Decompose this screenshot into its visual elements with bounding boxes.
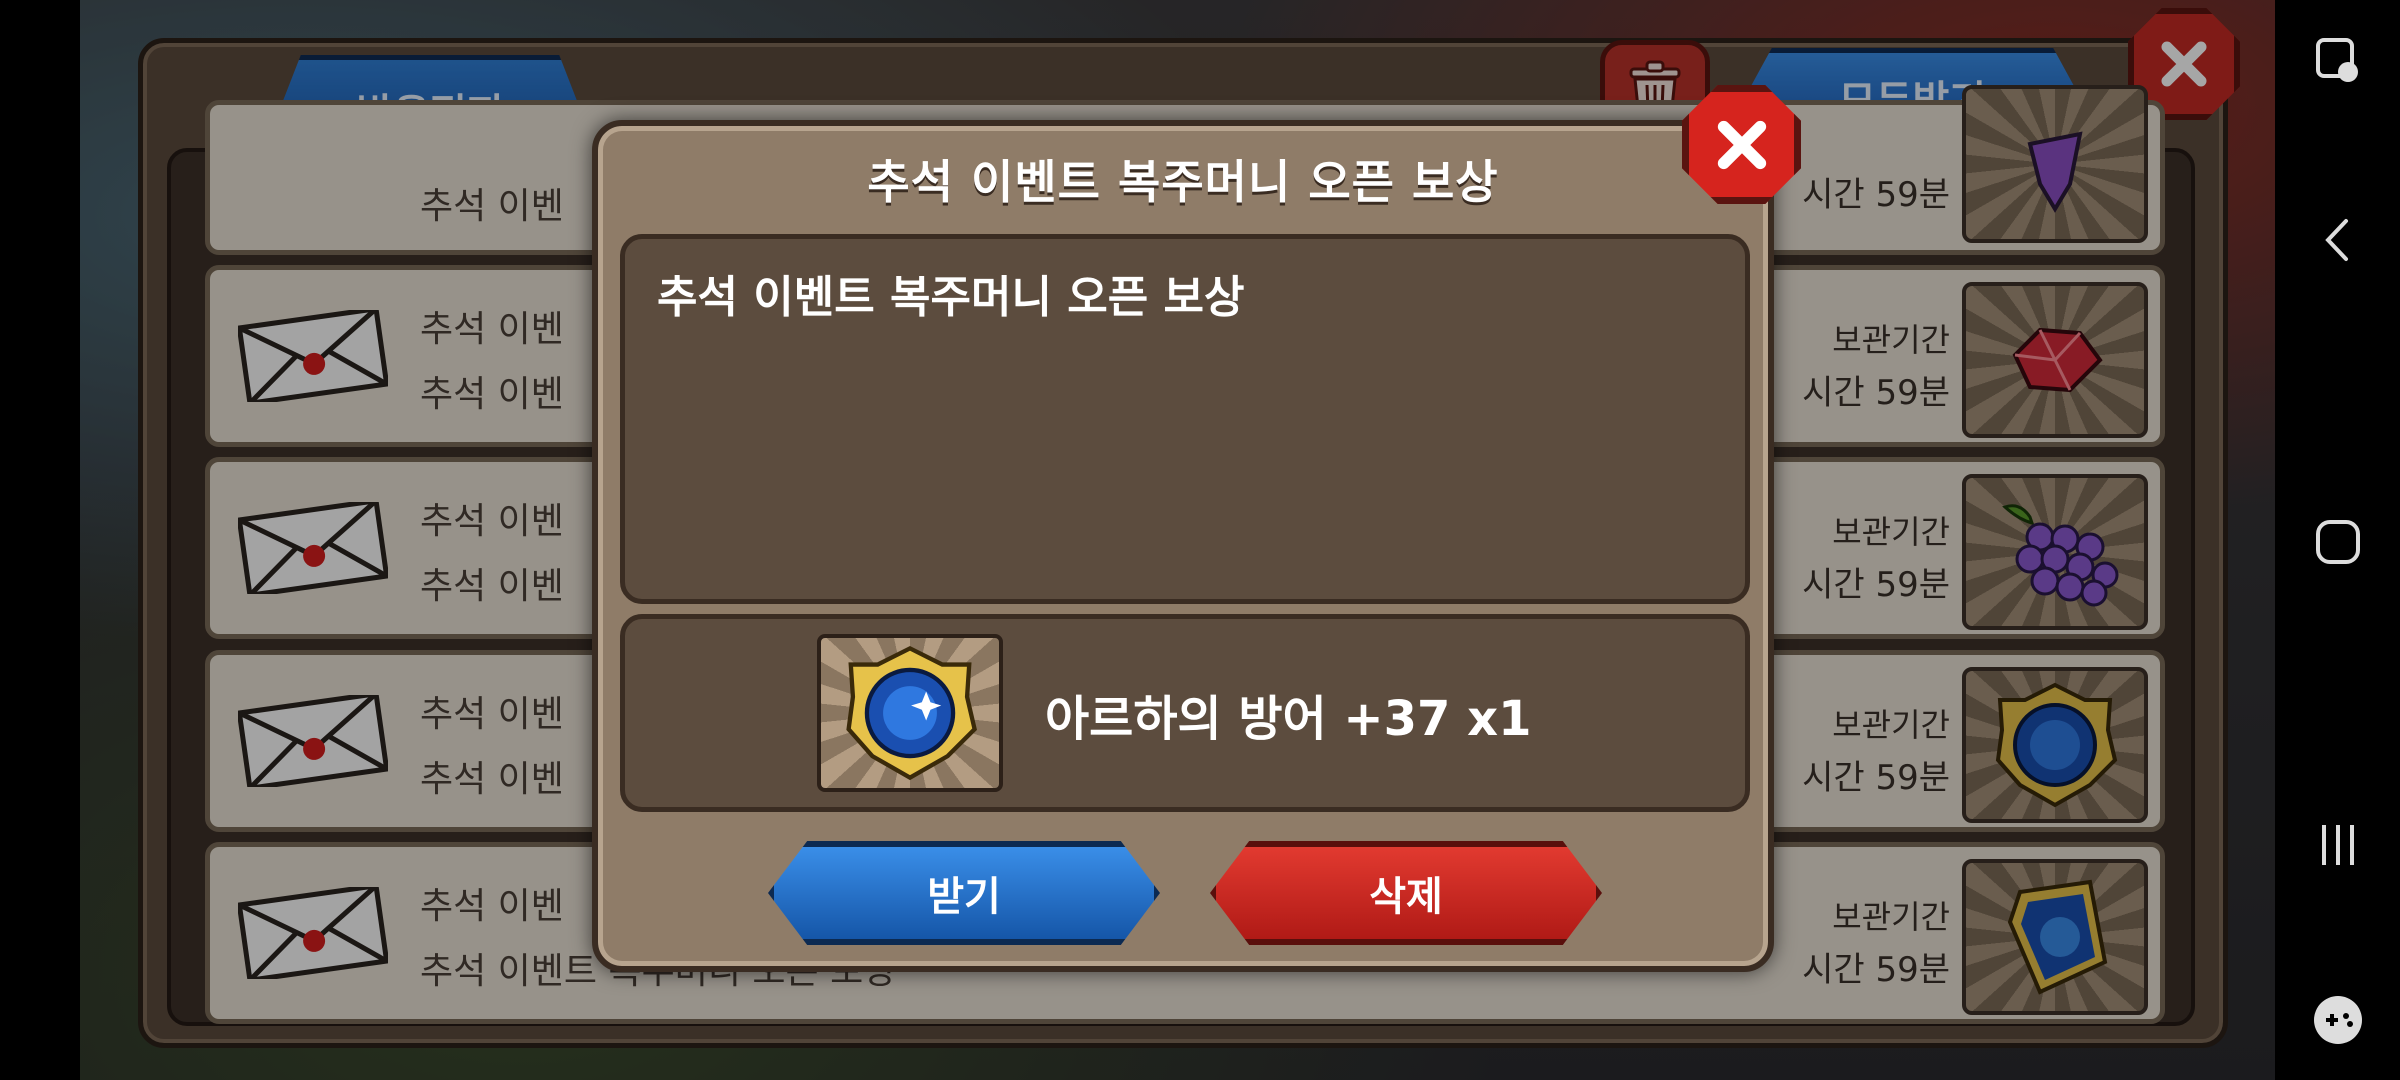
mail-detail-dialog: 추석 이벤트 복주머니 오픈 보상 추석 이벤트 복주머니 오픈 보상 아르하의… [592,120,1774,972]
home-icon [2315,520,2360,564]
message-box: 추석 이벤트 복주머니 오픈 보상 [620,234,1750,604]
gamepad-icon [2313,996,2362,1044]
delete-button[interactable]: 삭제 [1210,841,1602,945]
accessibility-button[interactable] [2275,20,2400,100]
message-text: 추석 이벤트 복주머니 오픈 보상 [657,272,1245,323]
reward-box: 아르하의 방어 +37 x1 [620,614,1750,812]
reward-text: 아르하의 방어 +37 x1 [1045,691,1532,747]
dialog-title: 추석 이벤트 복주머니 오픈 보상 [867,155,1499,209]
blue-medal-icon [846,645,977,781]
accept-button[interactable]: 받기 [768,841,1160,945]
recent-apps-icon [2321,825,2354,865]
accessibility-icon [2315,38,2358,82]
back-button[interactable] [2275,200,2400,280]
close-icon [1717,120,1766,169]
reward-item-thumbnail [817,634,1003,792]
home-button[interactable] [2275,502,2400,582]
system-navigation-bar [2275,0,2400,1080]
recent-apps-button[interactable] [2275,805,2400,885]
back-icon [2324,219,2348,261]
game-tools-button[interactable] [2275,980,2400,1060]
